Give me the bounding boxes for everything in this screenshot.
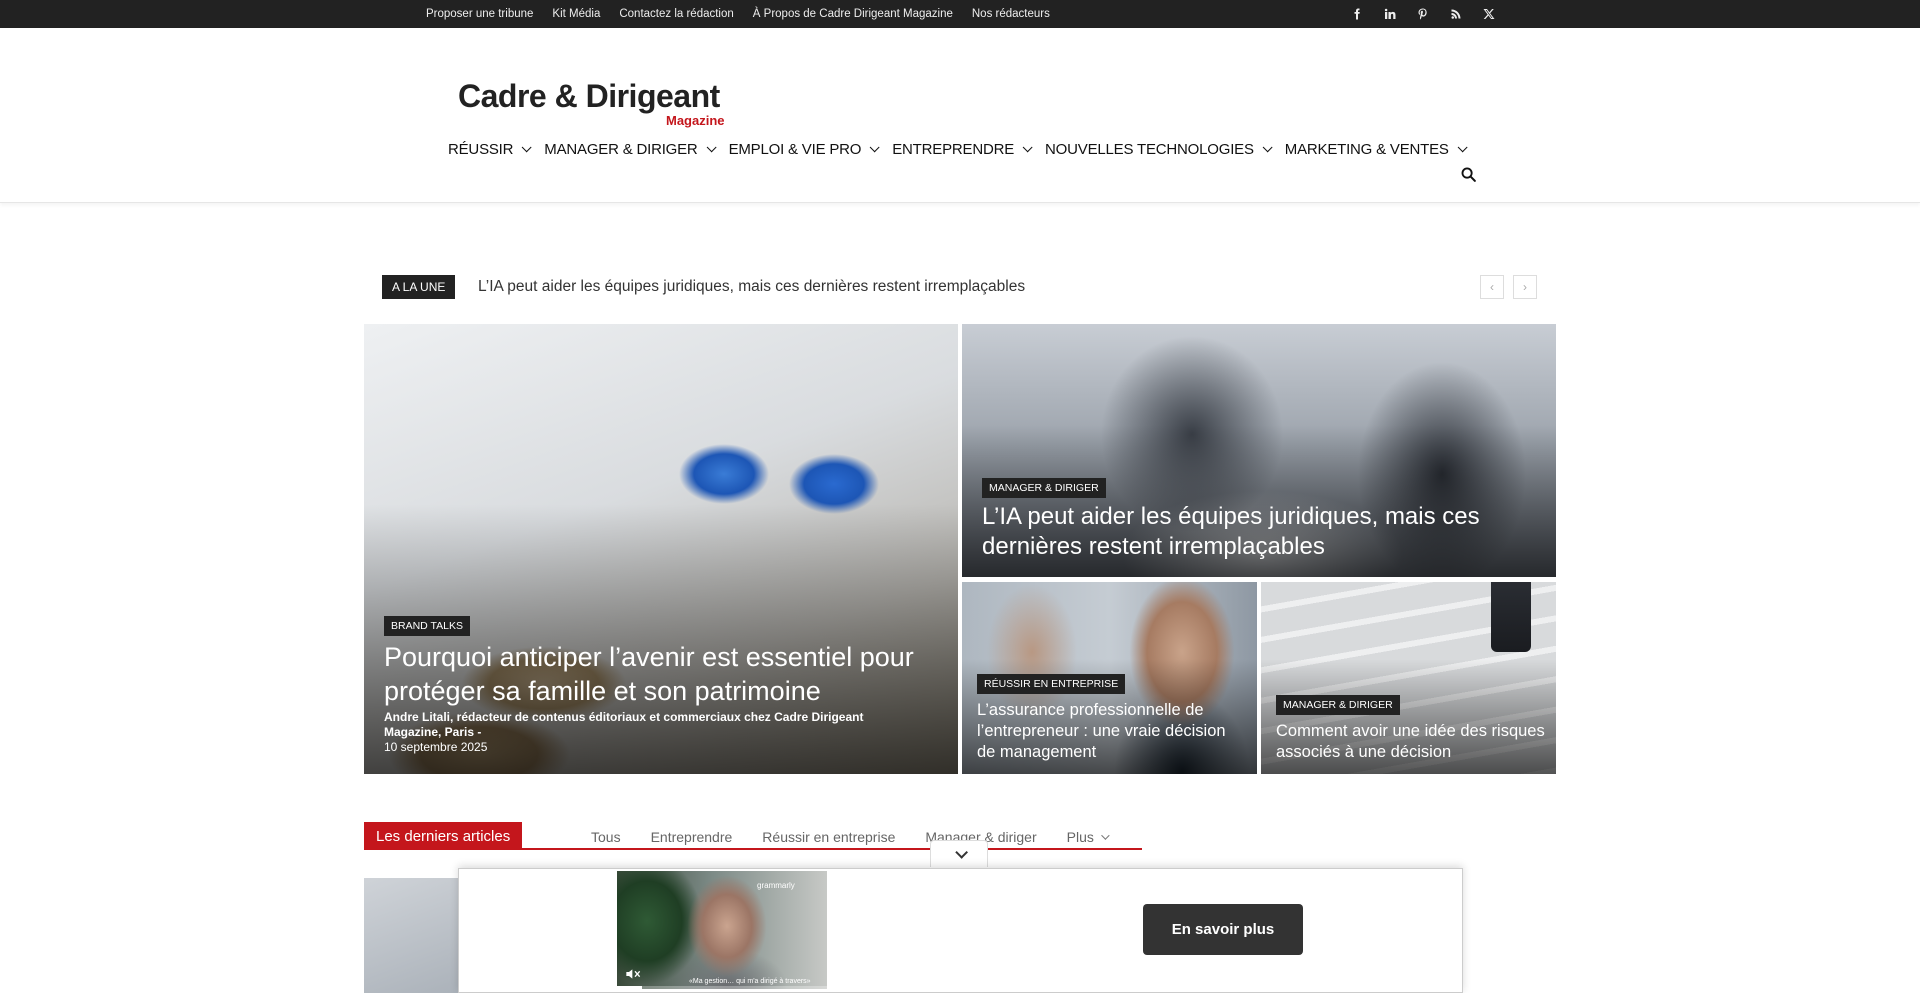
top-links: Proposer une tribune Kit Média Contactez… <box>426 0 1069 28</box>
ad-collapse-button[interactable] <box>930 840 988 867</box>
category-badge[interactable]: BRAND TALKS <box>384 616 470 636</box>
social-links <box>1340 0 1505 28</box>
nav-label: EMPLOI & VIE PRO <box>728 140 862 158</box>
nav-item-manager[interactable]: MANAGER & DIRIGER <box>544 140 717 158</box>
top-link-contact[interactable]: Contactez la rédaction <box>619 8 733 20</box>
chevron-down-icon <box>1022 141 1033 152</box>
nav-label: RÉUSSIR <box>448 140 514 158</box>
chevron-down-icon <box>1101 831 1110 840</box>
ad-brand-logo: grammarly <box>757 881 795 890</box>
category-badge[interactable]: RÉUSSIR EN ENTREPRISE <box>977 674 1126 694</box>
featured-top-right-tile[interactable]: MANAGER & DIRIGER L’IA peut aider les éq… <box>962 324 1556 577</box>
search-icon[interactable] <box>1460 166 1477 188</box>
rss-icon[interactable] <box>1439 0 1472 28</box>
tab-more[interactable]: Plus <box>1066 829 1110 845</box>
nav-label: NOUVELLES TECHNOLOGIES <box>1045 140 1254 158</box>
ticker-controls: ‹ › <box>1480 275 1537 299</box>
nav-label: MARKETING & VENTES <box>1284 140 1449 158</box>
author-name[interactable]: Andre Litali, rédacteur de contenus édit… <box>384 710 863 739</box>
chevron-down-icon <box>706 141 717 152</box>
chevron-down-icon <box>1457 141 1468 152</box>
nav-item-reussir[interactable]: RÉUSSIR <box>448 140 532 158</box>
ad-cta-button[interactable]: En savoir plus <box>1143 904 1303 955</box>
chevron-down-icon <box>869 141 880 152</box>
site-header: Cadre & Dirigeant Magazine <box>0 28 1920 203</box>
tab-all[interactable]: Tous <box>591 829 621 845</box>
category-badge[interactable]: MANAGER & DIRIGER <box>1276 695 1400 715</box>
ad-video[interactable]: grammarly «Ma gestion… qui m'a dirigé à … <box>617 871 827 989</box>
pinterest-icon[interactable] <box>1406 0 1439 28</box>
nav-item-emploi[interactable]: EMPLOI & VIE PRO <box>728 140 880 158</box>
latest-articles-heading: Les derniers articles <box>364 822 523 850</box>
featured-bottom-right-tile[interactable]: MANAGER & DIRIGER Comment avoir une idée… <box>1261 582 1556 774</box>
nav-label: MANAGER & DIRIGER <box>544 140 698 158</box>
chevron-down-icon <box>521 141 532 152</box>
featured-main-tile[interactable]: BRAND TALKS Pourquoi anticiper l’avenir … <box>364 324 958 774</box>
featured-top-right-title[interactable]: L’IA peut aider les équipes juridiques, … <box>982 502 1522 562</box>
top-link-tribune[interactable]: Proposer une tribune <box>426 8 533 20</box>
chevron-down-icon <box>954 845 968 859</box>
site-logo[interactable]: Cadre & Dirigeant Magazine <box>458 78 725 128</box>
nav-item-marketing[interactable]: MARKETING & VENTES <box>1284 140 1468 158</box>
logo-title: Cadre & Dirigeant <box>458 78 720 114</box>
ad-caption: «Ma gestion… qui m'a dirigé à travers» <box>689 978 811 985</box>
tab-reussir[interactable]: Réussir en entreprise <box>762 829 896 845</box>
top-link-about[interactable]: À Propos de Cadre Dirigeant Magazine <box>753 8 953 20</box>
top-link-kit-media[interactable]: Kit Média <box>552 8 600 20</box>
ticker-label: A LA UNE <box>382 275 456 299</box>
chevron-left-icon[interactable]: ‹ <box>1480 275 1504 299</box>
ticker-headline[interactable]: L’IA peut aider les équipes juridiques, … <box>478 278 1025 296</box>
chevron-right-icon[interactable]: › <box>1513 275 1537 299</box>
featured-bottom-right-title[interactable]: Comment avoir une idée des risques assoc… <box>1276 721 1546 763</box>
nav-item-entreprendre[interactable]: ENTREPRENDRE <box>892 140 1033 158</box>
nav-item-technologies[interactable]: NOUVELLES TECHNOLOGIES <box>1045 140 1273 158</box>
facebook-icon[interactable] <box>1340 0 1373 28</box>
top-bar: Proposer une tribune Kit Média Contactez… <box>0 0 1920 28</box>
logo-subtitle: Magazine <box>666 113 725 128</box>
publish-date: 10 septembre 2025 <box>384 740 488 754</box>
meta-separator: - <box>474 725 482 739</box>
tab-more-label: Plus <box>1066 829 1094 845</box>
top-link-authors[interactable]: Nos rédacteurs <box>972 8 1050 20</box>
mute-icon[interactable] <box>625 967 641 981</box>
article-meta: Andre Litali, rédacteur de contenus édit… <box>384 710 924 755</box>
nav-label: ENTREPRENDRE <box>892 140 1015 158</box>
category-badge[interactable]: MANAGER & DIRIGER <box>982 478 1106 498</box>
linkedin-icon[interactable] <box>1373 0 1406 28</box>
chevron-down-icon <box>1262 141 1273 152</box>
tab-entreprendre[interactable]: Entreprendre <box>650 829 733 845</box>
tile-image-detail <box>1491 582 1531 652</box>
main-nav: RÉUSSIR MANAGER & DIRIGER EMPLOI & VIE P… <box>448 134 1480 164</box>
latest-filter-tabs: Tous Entreprendre Réussir en entreprise … <box>591 829 1137 845</box>
video-progress-fill <box>617 986 643 989</box>
video-progress-bar <box>617 986 827 989</box>
x-icon[interactable] <box>1472 0 1505 28</box>
featured-bottom-left-title[interactable]: L’assurance professionnelle de l’entrepr… <box>977 700 1247 763</box>
ad-banner: grammarly «Ma gestion… qui m'a dirigé à … <box>458 868 1463 993</box>
featured-main-title[interactable]: Pourquoi anticiper l’avenir est essentie… <box>384 640 944 708</box>
featured-bottom-left-tile[interactable]: RÉUSSIR EN ENTREPRISE L’assurance profes… <box>962 582 1257 774</box>
